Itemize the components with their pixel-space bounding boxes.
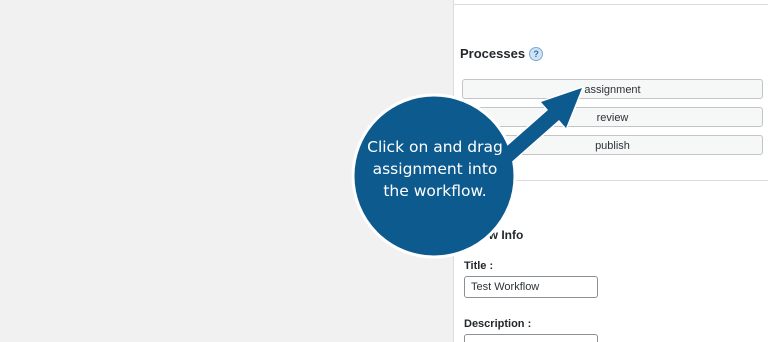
process-item-assignment[interactable]: assignment — [462, 79, 763, 99]
title-input[interactable]: Test Workflow — [464, 276, 598, 298]
processes-heading-label: Processes — [460, 46, 526, 61]
process-item-review[interactable]: review — [462, 107, 763, 127]
workflow-info-heading: low Info — [478, 228, 524, 242]
callout-text: Click on and drag assignment into the wo… — [367, 138, 503, 200]
description-label: Description : — [464, 318, 532, 330]
description-input[interactable] — [464, 334, 598, 342]
processes-heading: Processes ? — [460, 46, 544, 61]
title-label: Title : — [464, 260, 494, 272]
help-icon[interactable]: ? — [529, 46, 544, 61]
screenshot-canvas: Processes ? assignment review publish lo… — [0, 0, 768, 342]
